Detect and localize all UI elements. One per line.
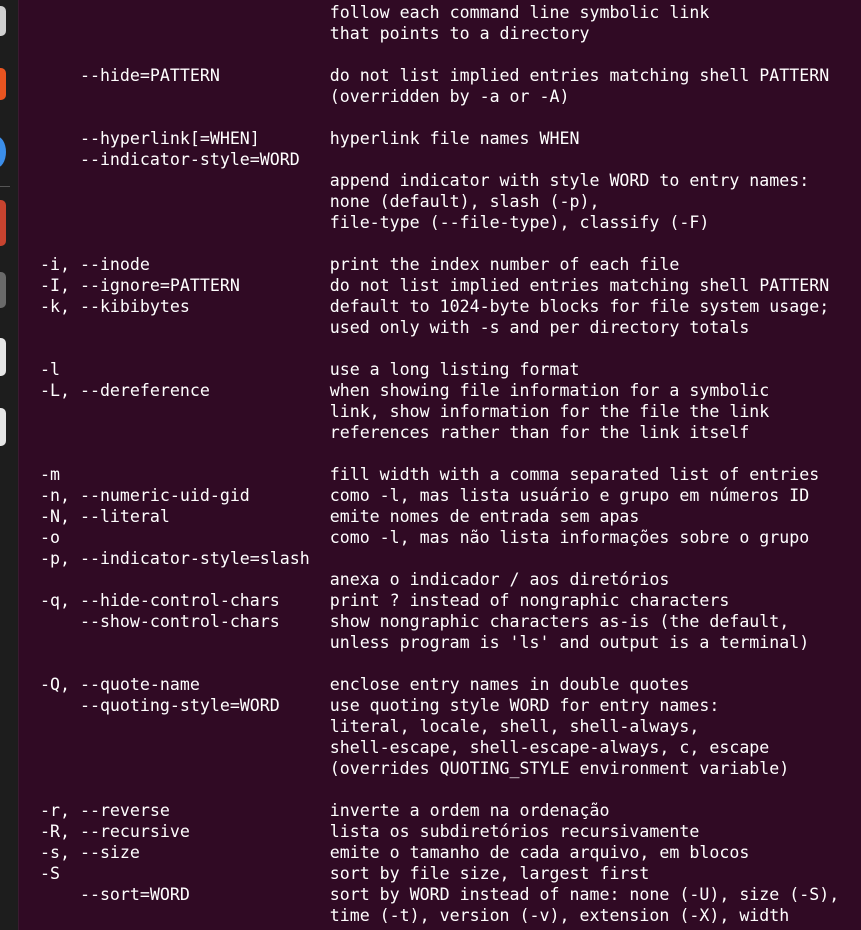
- app-icon-orange[interactable]: [0, 68, 6, 100]
- terminal-line: -Q, --quote-name enclose entry names in …: [40, 675, 690, 694]
- terminal-line: (overrides QUOTING_STYLE environment var…: [40, 759, 790, 778]
- terminal-line: none (default), slash (-p),: [40, 192, 600, 211]
- terminal-line: --hyperlink[=WHEN] hyperlink file names …: [40, 129, 580, 148]
- app-icon-light-2[interactable]: [0, 408, 6, 446]
- app-icon-red[interactable]: [0, 200, 6, 246]
- terminal-line: --sort=WORD sort by WORD instead of name…: [40, 885, 840, 904]
- terminal-line: anexa o indicador / aos diretórios: [40, 570, 670, 589]
- terminal-line: -m fill width with a comma separated lis…: [40, 465, 820, 484]
- terminal-line: literal, locale, shell, shell-always,: [40, 717, 700, 736]
- terminal-line: --show-control-chars show nongraphic cha…: [40, 612, 790, 631]
- terminal-line: unless program is 'ls' and output is a t…: [40, 633, 810, 652]
- terminal-window[interactable]: follow each command line symbolic link t…: [19, 0, 861, 930]
- terminal-line: -S sort by file size, largest first: [40, 864, 650, 883]
- terminal-line: -I, --ignore=PATTERN do not list implied…: [40, 276, 830, 295]
- app-icon-dark[interactable]: [0, 272, 6, 308]
- terminal-line: -r, --reverse inverte a ordem na ordenaç…: [40, 801, 610, 820]
- terminal-line: references rather than for the link itse…: [40, 423, 750, 442]
- terminal-line: -n, --numeric-uid-gid como -l, mas lista…: [40, 486, 810, 505]
- terminal-line: -L, --dereference when showing file info…: [40, 381, 770, 400]
- terminal-output: follow each command line symbolic link t…: [40, 2, 839, 926]
- terminal-line: (overridden by -a or -A): [40, 87, 570, 106]
- terminal-line: --quoting-style=WORD use quoting style W…: [40, 696, 720, 715]
- terminal-line: -N, --literal emite nomes de entrada sem…: [40, 507, 640, 526]
- terminal-line: -o como -l, mas não lista informações so…: [40, 528, 810, 547]
- terminal-line: -l use a long listing format: [40, 360, 580, 379]
- terminal-line: link, show information for the file the …: [40, 402, 770, 421]
- terminal-line: time (-t), version (-v), extension (-X),…: [40, 906, 790, 925]
- terminal-line: -i, --inode print the index number of ea…: [40, 255, 680, 274]
- terminal-line: -R, --recursive lista os subdiretórios r…: [40, 822, 700, 841]
- dock: [0, 0, 19, 930]
- app-icon-blue[interactable]: [0, 136, 6, 168]
- terminal-line: -s, --size emite o tamanho de cada arqui…: [40, 843, 750, 862]
- terminal-line: file-type (--file-type), classify (-F): [40, 213, 710, 232]
- terminal-line: -k, --kibibytes default to 1024-byte blo…: [40, 297, 830, 316]
- dock-separator: [0, 186, 10, 187]
- terminal-line: --hide=PATTERN do not list implied entri…: [40, 66, 830, 85]
- terminal-line: that points to a directory: [40, 24, 590, 43]
- terminal-line: -p, --indicator-style=slash: [40, 549, 310, 568]
- terminal-line: used only with -s and per directory tota…: [40, 318, 750, 337]
- app-icon-gray[interactable]: [0, 6, 6, 36]
- terminal-line: follow each command line symbolic link: [40, 3, 710, 22]
- app-icon-light-1[interactable]: [0, 338, 6, 376]
- terminal-line: -q, --hide-control-chars print ? instead…: [40, 591, 730, 610]
- terminal-line: shell-escape, shell-escape-always, c, es…: [40, 738, 770, 757]
- terminal-line: --indicator-style=WORD: [40, 150, 300, 169]
- terminal-line: append indicator with style WORD to entr…: [40, 171, 810, 190]
